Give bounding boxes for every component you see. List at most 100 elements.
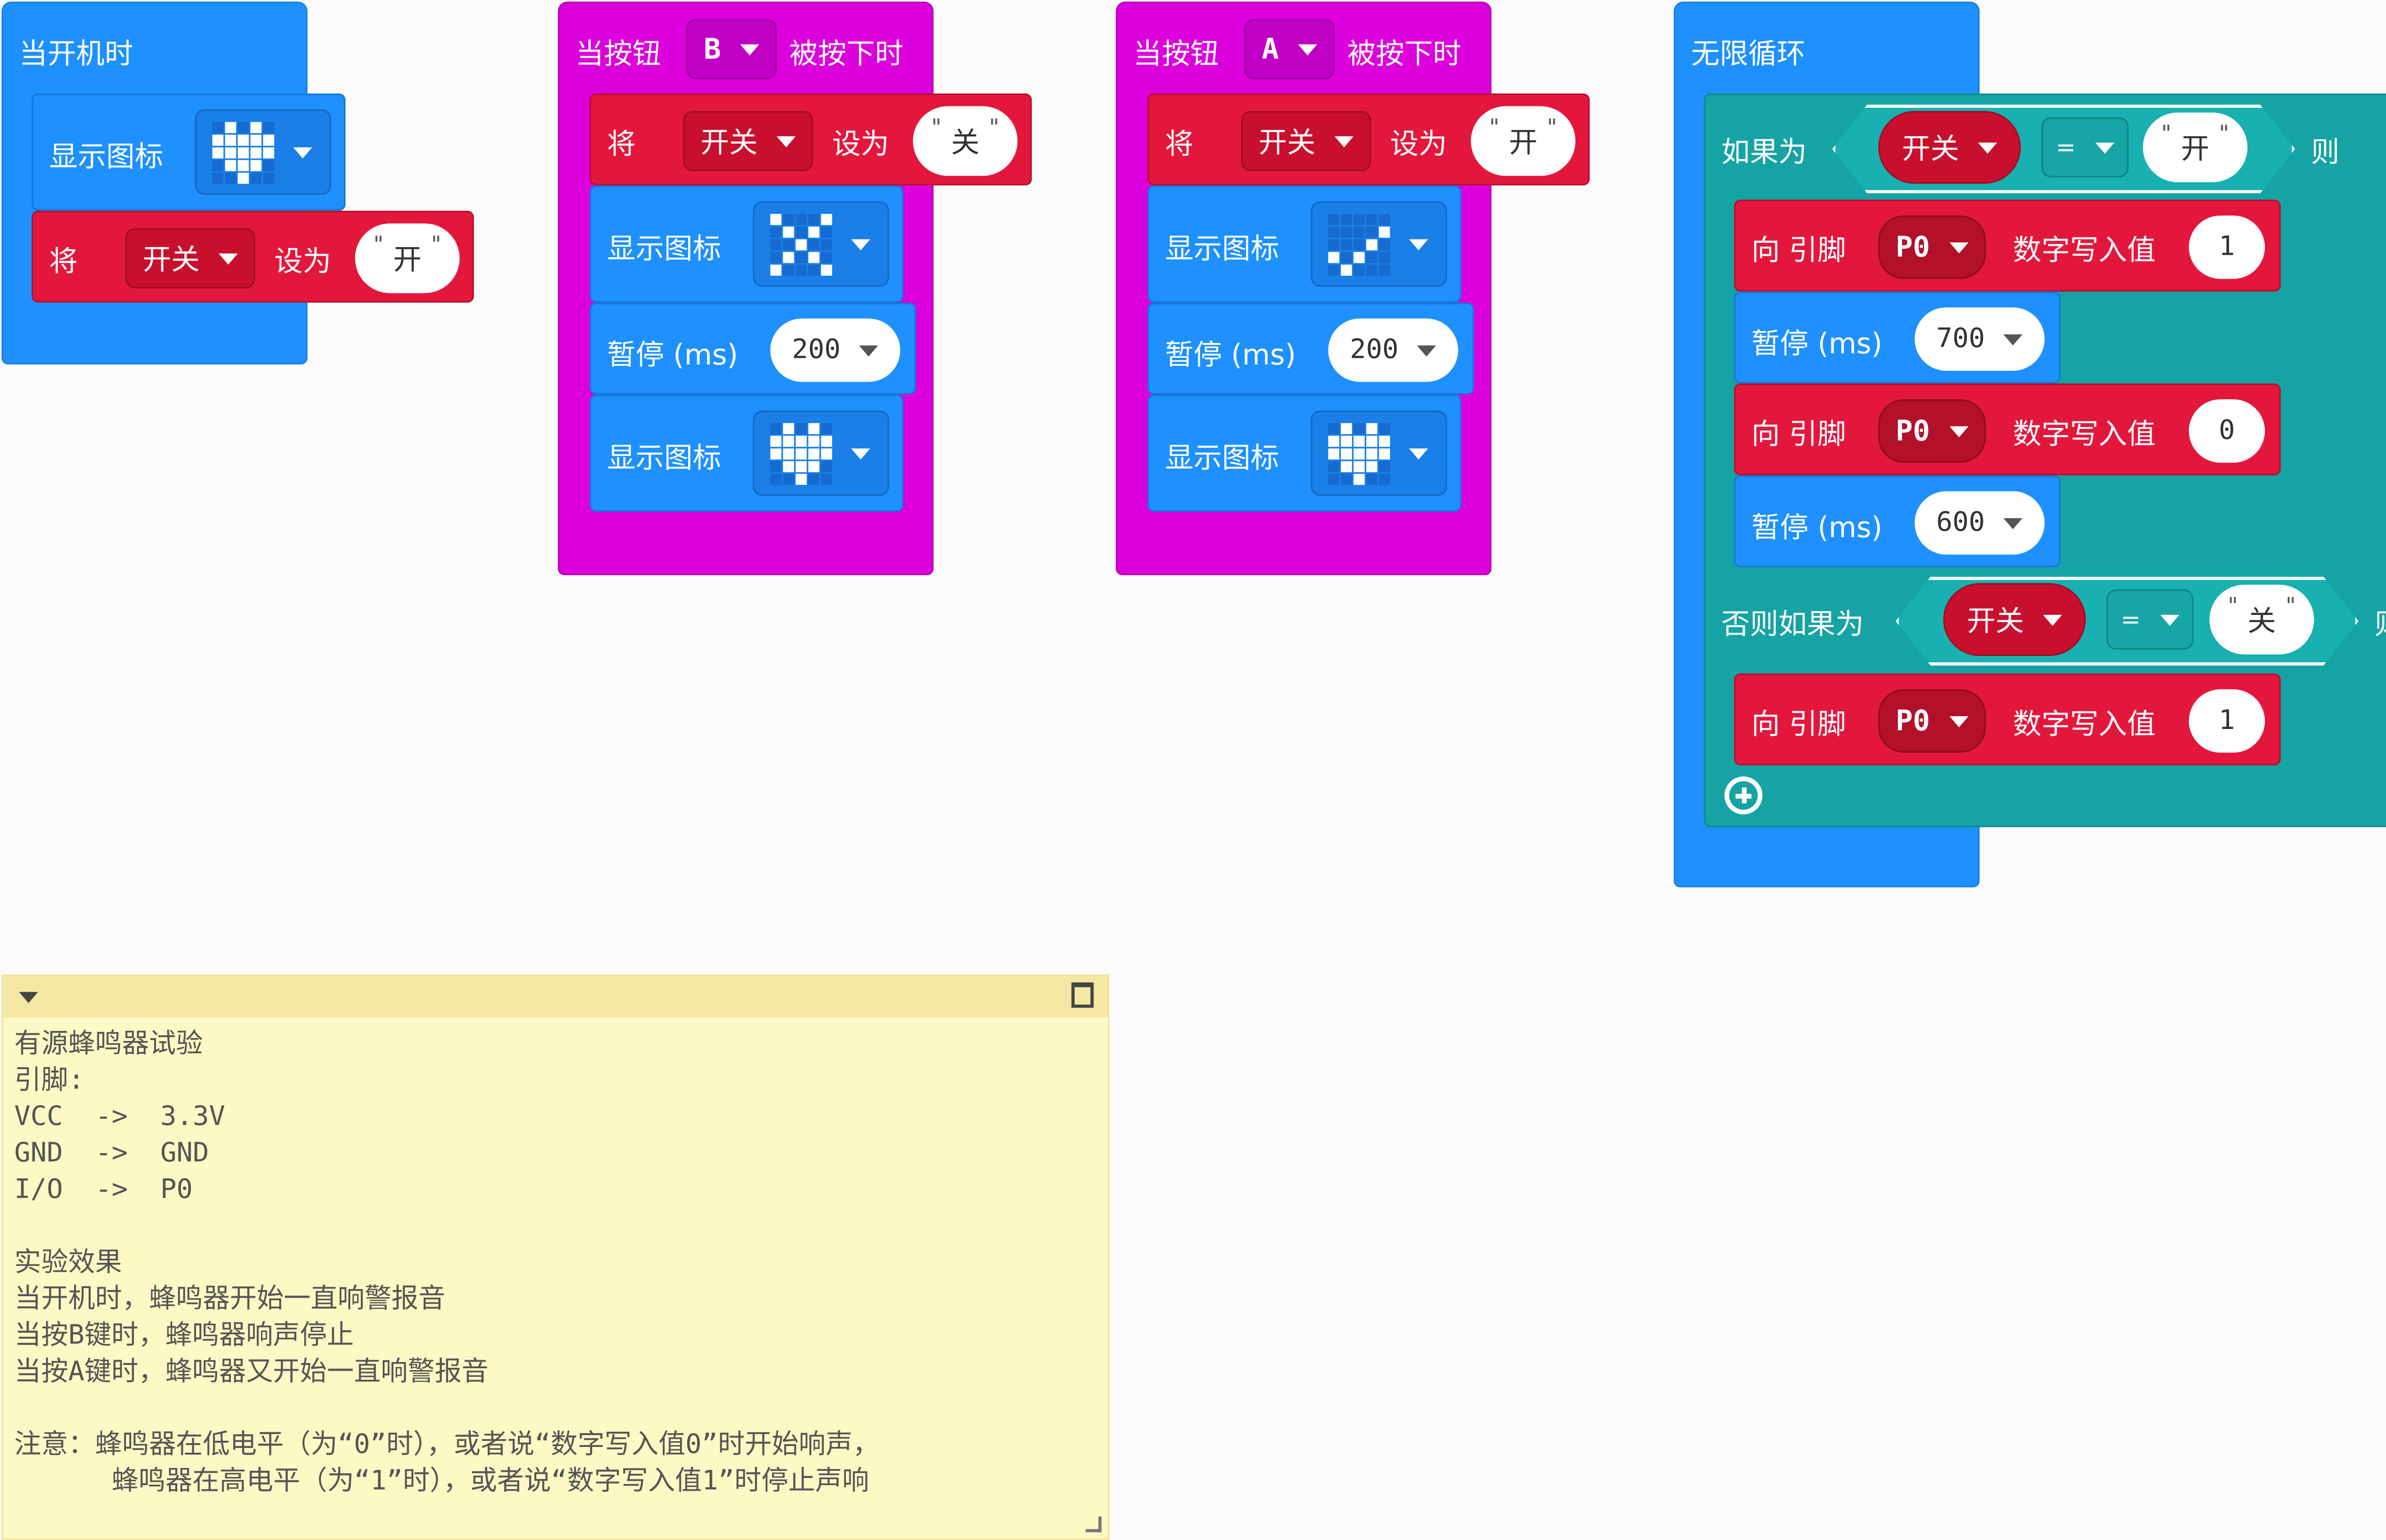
button-a-dropdown[interactable]: A: [1244, 19, 1335, 80]
write-value-input[interactable]: 1: [2188, 689, 2265, 753]
led-cell: [1366, 435, 1378, 446]
icon-picker-heart[interactable]: [753, 410, 890, 496]
show-icon-block[interactable]: 显示图标: [31, 93, 346, 211]
variable-dropdown[interactable]: 开关: [1878, 111, 2021, 184]
led-cell: [212, 121, 224, 133]
led-cell: [1328, 435, 1340, 446]
chevron-down-icon: [1334, 135, 1354, 147]
led-cell: [212, 134, 224, 145]
operator-dropdown[interactable]: =: [2106, 589, 2193, 650]
led-cell: [821, 422, 832, 434]
led-cell: [1340, 422, 1352, 434]
comment-text[interactable]: 有源蜂鸣器试验 引脚: VCC -> 3.3V GND -> GND I/O -> P0…: [3, 1017, 1108, 1510]
chevron-down-icon: [293, 146, 313, 158]
digital-write-block[interactable]: 向 引脚 P0 数字写入值 1: [1734, 673, 2281, 766]
icon-picker-heart[interactable]: [195, 109, 332, 195]
led-cell: [1353, 422, 1365, 434]
led-cell: [225, 134, 236, 145]
comment-header[interactable]: [3, 976, 1108, 1018]
button-name: A: [1261, 32, 1279, 66]
variable-dropdown[interactable]: 开关: [1943, 583, 2086, 656]
chevron-down-icon: [851, 238, 870, 250]
variable-dropdown[interactable]: 开关: [125, 228, 255, 289]
led-cell: [1366, 213, 1378, 224]
pause-block[interactable]: 暂停 (ms) 600: [1734, 475, 2061, 568]
add-else-if-icon[interactable]: [1724, 776, 1763, 815]
led-cell: [783, 435, 795, 446]
string-value-input[interactable]: " 开 ": [355, 223, 460, 293]
show-icon-block[interactable]: 显示图标: [589, 395, 904, 512]
variable-dropdown[interactable]: 开关: [683, 111, 813, 171]
pause-value-input[interactable]: 700: [1915, 307, 2045, 371]
led-cell: [1328, 226, 1340, 237]
pause-block[interactable]: 暂停 (ms) 700: [1734, 291, 2061, 384]
button-b-dropdown[interactable]: B: [686, 19, 776, 80]
led-cell: [795, 251, 807, 262]
workspace-comment[interactable]: 有源蜂鸣器试验 引脚: VCC -> 3.3V GND -> GND I/O -> P0…: [1, 974, 1109, 1540]
check-icon: [1328, 213, 1390, 275]
led-cell: [263, 172, 274, 183]
pause-label: 暂停 (ms): [607, 339, 738, 373]
set-variable-block[interactable]: 将 开关 设为 " 开 ": [31, 210, 474, 303]
led-cell: [250, 159, 262, 171]
digital-write-block[interactable]: 向 引脚 P0 数字写入值 1: [1734, 199, 2281, 292]
show-icon-block[interactable]: 显示图标: [1147, 185, 1462, 303]
pause-value: 200: [792, 334, 841, 366]
led-cell: [795, 226, 807, 237]
led-cell: [783, 251, 795, 262]
string-value: 关: [2247, 605, 2276, 639]
led-cell: [1328, 238, 1340, 250]
write-value-input[interactable]: 1: [2188, 215, 2265, 279]
show-icon-block[interactable]: 显示图标: [589, 185, 904, 303]
string-value-input[interactable]: " 开 ": [1471, 106, 1576, 176]
pause-block[interactable]: 暂停 (ms) 200: [1147, 302, 1474, 395]
led-cell: [770, 422, 782, 434]
led-cell: [225, 146, 236, 158]
chevron-down-icon: [1949, 425, 1968, 437]
led-cell: [263, 146, 274, 158]
pin-dropdown[interactable]: P0: [1878, 689, 1986, 753]
comment-line: [14, 1209, 1097, 1245]
operator: =: [2121, 605, 2141, 634]
show-icon-block[interactable]: 显示图标: [1147, 395, 1462, 512]
pause-value-input[interactable]: 600: [1915, 491, 2045, 555]
string-value-input[interactable]: " 开 ": [2143, 112, 2248, 182]
operator-dropdown[interactable]: =: [2041, 117, 2128, 177]
led-cell: [1328, 447, 1340, 459]
write-value: 0: [2219, 415, 2235, 447]
chevron-down-icon: [776, 135, 796, 147]
pin-prefix: 向 引脚: [1751, 708, 1846, 742]
collapse-icon[interactable]: [19, 992, 38, 1003]
led-cell: [821, 473, 832, 484]
led-cell: [1340, 435, 1352, 446]
digital-write-block[interactable]: 向 引脚 P0 数字写入值 0: [1734, 383, 2281, 476]
pause-value-input[interactable]: 200: [770, 318, 900, 382]
led-cell: [1366, 422, 1378, 434]
led-cell: [1340, 264, 1352, 275]
led-cell: [1353, 447, 1365, 459]
write-value-input[interactable]: 0: [2188, 399, 2265, 463]
then-label: 则: [2374, 602, 2386, 643]
string-value-input[interactable]: " 关 ": [2209, 584, 2314, 655]
icon-picker-x[interactable]: [753, 201, 890, 287]
icon-picker-heart[interactable]: [1310, 410, 1447, 496]
pause-block[interactable]: 暂停 (ms) 200: [589, 302, 916, 395]
string-value-input[interactable]: " 关 ": [913, 106, 1018, 176]
variable-dropdown[interactable]: 开关: [1241, 111, 1371, 171]
string-value: 开: [2181, 133, 2210, 166]
led-cell: [795, 422, 807, 434]
led-cell: [225, 159, 236, 171]
set-variable-block[interactable]: 将 开关 设为 " 开 ": [1147, 93, 1590, 186]
set-variable-block[interactable]: 将 开关 设为 " 关 ": [589, 93, 1032, 186]
pause-value-input[interactable]: 200: [1328, 318, 1458, 382]
pin-dropdown[interactable]: P0: [1878, 215, 1986, 279]
chevron-down-icon: [2004, 517, 2023, 529]
comment-line: I/O -> P0: [14, 1174, 193, 1206]
icon-picker-check[interactable]: [1310, 201, 1447, 287]
led-cell: [238, 121, 249, 133]
pause-value: 700: [1936, 323, 1985, 355]
pin-dropdown[interactable]: P0: [1878, 399, 1986, 463]
trash-icon[interactable]: [1071, 982, 1094, 1008]
led-cell: [770, 264, 782, 275]
resize-handle-icon[interactable]: [1086, 1516, 1102, 1532]
